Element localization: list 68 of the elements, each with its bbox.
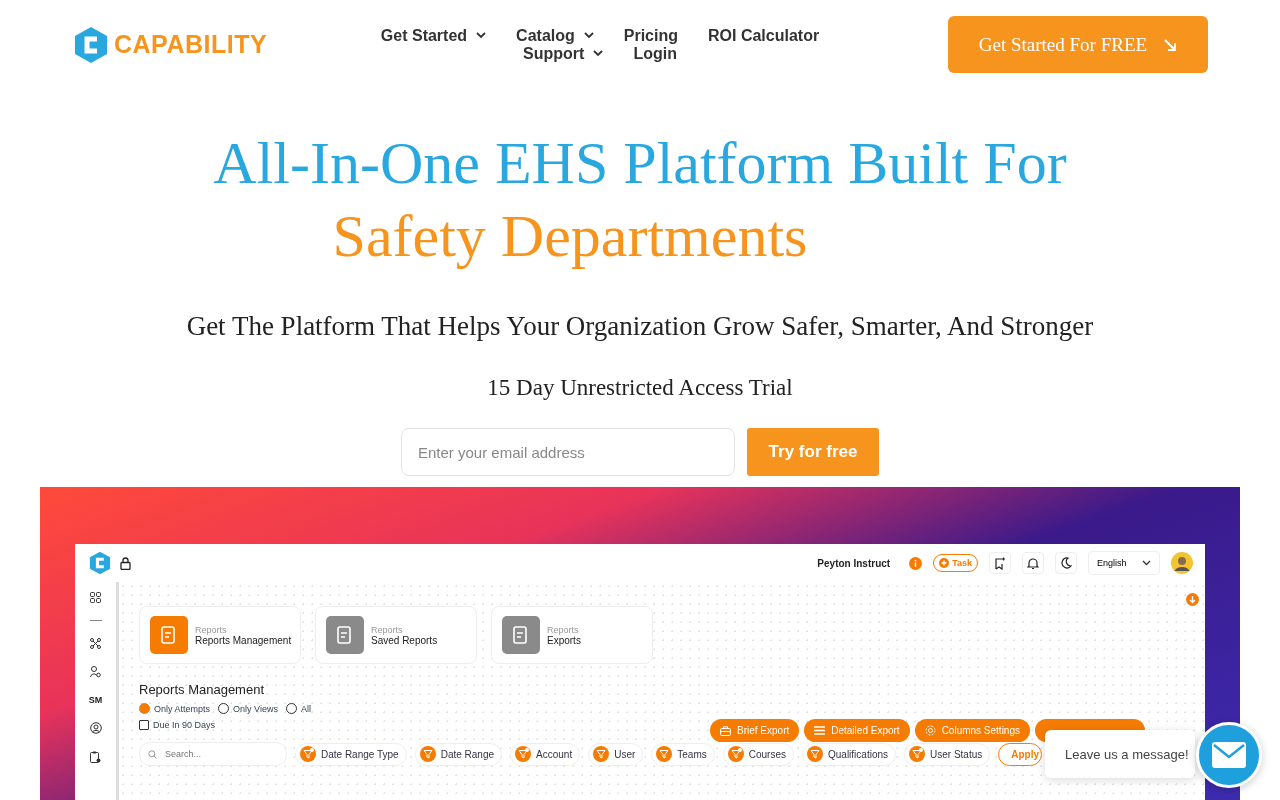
- sidebar-label[interactable]: SM: [88, 695, 103, 705]
- notification-button[interactable]: [1022, 552, 1044, 574]
- info-icon: [909, 556, 923, 570]
- trial-note: 15 Day Unrestricted Access Trial: [487, 375, 793, 401]
- logo-icon: [88, 551, 112, 575]
- bookmark-icon: [994, 556, 1006, 570]
- logo-icon: [72, 25, 110, 64]
- section-title: Reports Management: [139, 682, 265, 697]
- filter-chip[interactable]: Qualifications: [802, 742, 897, 766]
- plus-icon: [939, 558, 950, 568]
- language-select[interactable]: English: [1088, 551, 1160, 575]
- filter-chip[interactable]: User: [588, 742, 644, 766]
- report-card[interactable]: Reports Reports Management: [139, 606, 301, 664]
- chevron-down-icon: [1142, 560, 1151, 566]
- hero-title: Safety Departments: [332, 202, 808, 271]
- lock-icon: [120, 556, 131, 570]
- hero-subtitle: Get The Platform That Helps Your Organization Grow Safer, Smarter, And Stronger: [186, 311, 1094, 342]
- report-card[interactable]: Reports Saved Reports: [315, 606, 477, 664]
- radio-option[interactable]: All: [285, 703, 311, 714]
- nav-link[interactable]: ROI Calculator: [708, 26, 820, 45]
- card-category: Reports: [195, 624, 228, 635]
- filter-chip[interactable]: User Status: [904, 742, 991, 766]
- arrow-icon: [1163, 37, 1178, 52]
- filter-chip[interactable]: Date Range Type: [295, 742, 407, 766]
- radio-option[interactable]: Only Views: [218, 703, 278, 714]
- moon-icon: [1060, 557, 1072, 569]
- report-icon: [326, 616, 364, 654]
- filter-chip[interactable]: Date Range: [414, 742, 503, 766]
- search-icon: [148, 749, 157, 759]
- chat-tooltip[interactable]: Leave us a message!: [1045, 730, 1195, 778]
- user-name: Peyton Instruct: [817, 557, 891, 569]
- profile-icon[interactable]: [89, 722, 102, 734]
- card-title: Reports Management: [195, 634, 292, 646]
- email-field[interactable]: Enter your email address: [401, 428, 735, 476]
- card-title: Saved Reports: [371, 634, 438, 646]
- card-title: Exports: [547, 634, 581, 646]
- hero-title: All-In-One EHS Platform Built For: [213, 129, 1067, 198]
- nav-link[interactable]: Pricing: [623, 26, 678, 45]
- avatar-icon[interactable]: [1171, 552, 1193, 574]
- filter-chip[interactable]: Courses: [722, 742, 794, 766]
- settings-icon: [924, 725, 936, 736]
- report-icon: [502, 616, 540, 654]
- grid-icon[interactable]: [90, 592, 101, 603]
- scroll-down-icon[interactable]: [1186, 593, 1199, 606]
- bookmark-add-button[interactable]: [989, 552, 1011, 574]
- checkbox-option[interactable]: Due In 90 Days: [139, 720, 311, 730]
- nav-link[interactable]: Catalog: [516, 26, 594, 45]
- mail-icon: [1212, 742, 1246, 768]
- menu-icon: [814, 726, 826, 735]
- card-category: Reports: [547, 624, 580, 635]
- dark-mode-button[interactable]: [1055, 552, 1077, 574]
- radio-option[interactable]: Only Attempts: [139, 703, 211, 714]
- user-icon[interactable]: [90, 666, 101, 678]
- share-nodes-icon[interactable]: [90, 638, 101, 649]
- briefcase-icon: [720, 725, 731, 736]
- clipboard-icon[interactable]: [90, 751, 101, 763]
- logo-text: CAPABILITY: [114, 30, 268, 59]
- card-category: Reports: [371, 624, 404, 635]
- bell-icon: [1027, 556, 1039, 570]
- report-card[interactable]: Reports Exports: [491, 606, 653, 664]
- search-field[interactable]: Search...: [139, 742, 287, 766]
- filter-chip[interactable]: Teams: [651, 742, 715, 766]
- nav-link[interactable]: Get Started: [380, 26, 487, 45]
- nav-link[interactable]: Support: [523, 44, 604, 63]
- filter-chip[interactable]: Account: [510, 742, 581, 766]
- nav-link[interactable]: Login: [633, 44, 677, 63]
- chat-button[interactable]: [1196, 722, 1262, 788]
- report-icon: [150, 616, 188, 654]
